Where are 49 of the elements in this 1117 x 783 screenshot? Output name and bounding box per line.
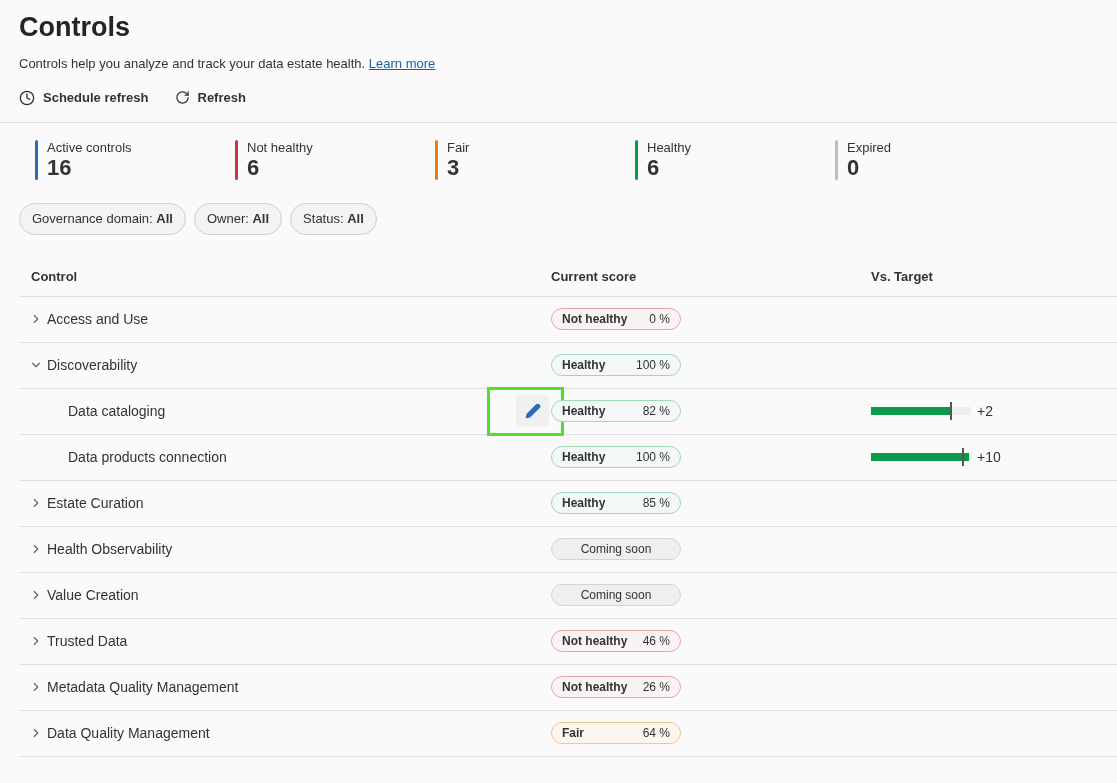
status-pill: Healthy 100 %: [551, 354, 681, 376]
control-name: Value Creation: [47, 585, 139, 605]
summary-label: Not healthy: [247, 139, 313, 156]
column-header: Current score: [551, 269, 637, 285]
status-pill: Healthy 82 %: [551, 400, 681, 422]
summary-count: 0: [847, 155, 860, 180]
status-pill: Not healthy 0 %: [551, 308, 681, 330]
column-header: Vs. Target: [871, 269, 933, 285]
summary-label: Active controls: [47, 139, 132, 156]
refresh-icon: [174, 90, 190, 105]
filter-button[interactable]: Governance domain: All: [19, 202, 186, 235]
status-pill: Fair 64 %: [551, 722, 681, 744]
summary-count: 6: [247, 155, 261, 180]
status-pill: Coming soon: [551, 538, 681, 560]
toolbar-button[interactable]: Refresh: [174, 87, 246, 108]
page-title: Controls: [19, 11, 131, 44]
summary-count: 6: [647, 155, 660, 180]
filter-button[interactable]: Status: All: [290, 202, 377, 235]
control-name: Data Quality Management: [47, 723, 210, 743]
target-delta: +2: [977, 401, 993, 421]
control-name: Data products connection: [68, 447, 227, 467]
summary-count: 16: [47, 155, 73, 180]
control-name: Trusted Data: [47, 631, 128, 651]
control-name: Data cataloging: [68, 401, 166, 421]
status-pill: Healthy 100 %: [551, 446, 681, 468]
status-pill: Healthy 85 %: [551, 492, 681, 514]
summary-label: Expired: [847, 139, 892, 156]
control-name: Metadata Quality Management: [47, 677, 239, 697]
status-pill: Coming soon: [551, 584, 681, 606]
control-name: Discoverability: [47, 355, 138, 375]
summary-label: Healthy: [647, 139, 692, 156]
status-pill: Not healthy 46 %: [551, 630, 681, 652]
control-name: Health Observability: [47, 539, 173, 559]
edit-button[interactable]: [516, 395, 549, 427]
summary-label: Fair: [447, 139, 470, 156]
learn-more-link[interactable]: Learn more: [368, 56, 436, 71]
page-description: Controls help you analyze and track your data estate health.: [19, 56, 366, 71]
control-name: Access and Use: [47, 309, 149, 329]
status-pill: Not healthy 26 %: [551, 676, 681, 698]
target-delta: +10: [977, 447, 1001, 467]
target-marker: [950, 402, 952, 420]
pencil-icon: [524, 403, 541, 419]
filter-button[interactable]: Owner: All: [193, 202, 283, 235]
target-marker: [962, 448, 964, 466]
summary-count: 3: [447, 155, 461, 180]
control-name: Estate Curation: [47, 493, 144, 513]
column-header: Control: [31, 269, 78, 285]
clock-icon: [19, 89, 35, 106]
toolbar-button[interactable]: Schedule refresh: [19, 87, 149, 108]
